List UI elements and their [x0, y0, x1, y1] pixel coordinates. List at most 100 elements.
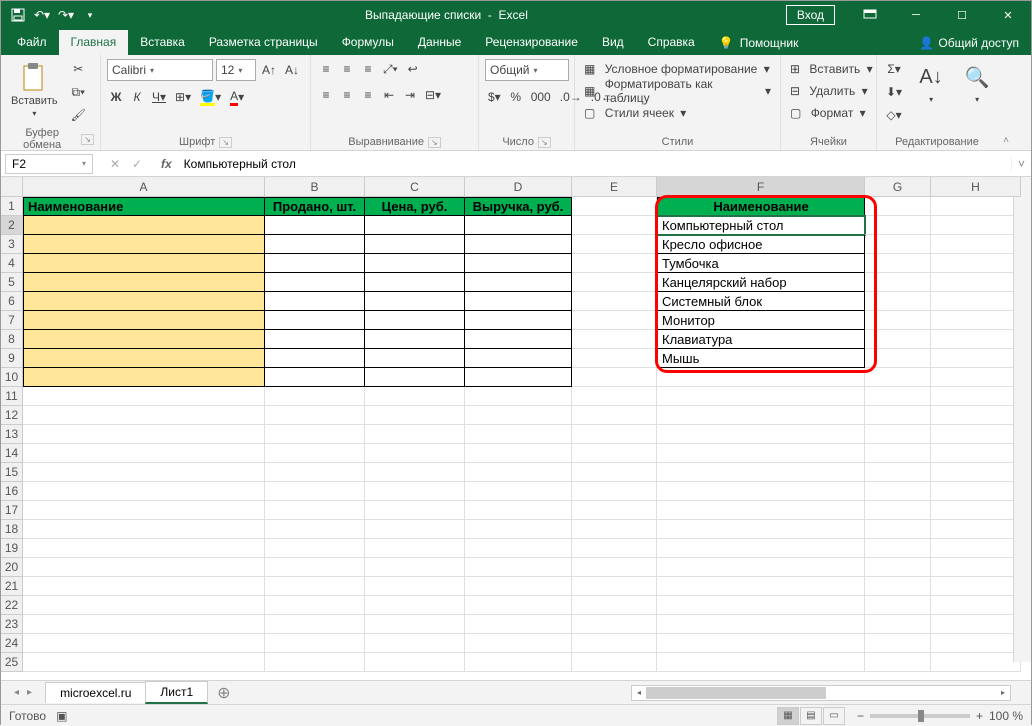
cell-E19[interactable]	[572, 539, 657, 558]
increase-font-icon[interactable]: A↑	[259, 60, 279, 80]
cell-D25[interactable]	[465, 653, 572, 672]
row-header-18[interactable]: 18	[1, 520, 23, 539]
cell-G1[interactable]	[865, 197, 931, 216]
cell-E15[interactable]	[572, 463, 657, 482]
decrease-font-icon[interactable]: A↓	[282, 60, 302, 80]
cell-H12[interactable]	[931, 406, 1021, 425]
cell-D22[interactable]	[465, 596, 572, 615]
cell-C19[interactable]	[365, 539, 465, 558]
add-sheet-icon[interactable]: ⊕	[207, 683, 240, 703]
formula-input[interactable]: Компьютерный стол	[178, 157, 1011, 171]
cell-A15[interactable]	[23, 463, 265, 482]
redo-icon[interactable]: ↷▾	[55, 4, 77, 26]
fill-color-icon[interactable]: 🪣▾	[197, 87, 224, 107]
login-button[interactable]: Вход	[786, 5, 835, 25]
row-header-5[interactable]: 5	[1, 273, 23, 292]
cell-F19[interactable]	[657, 539, 865, 558]
cell-A6[interactable]	[23, 292, 265, 311]
row-header-7[interactable]: 7	[1, 311, 23, 330]
cell-F8[interactable]: Клавиатура	[657, 330, 865, 349]
cell-C24[interactable]	[365, 634, 465, 653]
cell-G11[interactable]	[865, 387, 931, 406]
cell-A2[interactable]	[23, 216, 265, 235]
cell-F18[interactable]	[657, 520, 865, 539]
format-as-table-button[interactable]: ▦ Форматировать как таблицу ▾	[581, 81, 774, 101]
cell-F25[interactable]	[657, 653, 865, 672]
clear-icon[interactable]: ◇▾	[883, 105, 905, 125]
cell-H4[interactable]	[931, 254, 1021, 273]
tab-file[interactable]: Файл	[5, 30, 59, 55]
wrap-text-icon[interactable]: ↩	[404, 59, 422, 79]
row-header-11[interactable]: 11	[1, 387, 23, 406]
row-header-20[interactable]: 20	[1, 558, 23, 577]
cell-A7[interactable]	[23, 311, 265, 330]
cell-G18[interactable]	[865, 520, 931, 539]
col-header-E[interactable]: E	[572, 177, 657, 197]
cell-H1[interactable]	[931, 197, 1021, 216]
cell-E24[interactable]	[572, 634, 657, 653]
cell-D23[interactable]	[465, 615, 572, 634]
cell-C21[interactable]	[365, 577, 465, 596]
orientation-icon[interactable]: ⤢▾	[380, 59, 401, 79]
cell-B16[interactable]	[265, 482, 365, 501]
thousands-icon[interactable]: 000	[528, 87, 554, 107]
cells-area[interactable]: НаименованиеПродано, шт.Цена, руб.Выручк…	[23, 197, 1021, 672]
cell-A25[interactable]	[23, 653, 265, 672]
cell-G10[interactable]	[865, 368, 931, 387]
cell-H10[interactable]	[931, 368, 1021, 387]
row-header-22[interactable]: 22	[1, 596, 23, 615]
cell-A14[interactable]	[23, 444, 265, 463]
align-bottom-icon[interactable]: ≡	[359, 59, 377, 79]
save-icon[interactable]	[7, 4, 29, 26]
cell-G8[interactable]	[865, 330, 931, 349]
cell-E21[interactable]	[572, 577, 657, 596]
cell-H18[interactable]	[931, 520, 1021, 539]
cell-A12[interactable]	[23, 406, 265, 425]
fill-icon[interactable]: ⬇▾	[883, 82, 905, 102]
cell-B23[interactable]	[265, 615, 365, 634]
cell-D24[interactable]	[465, 634, 572, 653]
row-header-8[interactable]: 8	[1, 330, 23, 349]
cell-A20[interactable]	[23, 558, 265, 577]
cell-A24[interactable]	[23, 634, 265, 653]
cell-H14[interactable]	[931, 444, 1021, 463]
cell-E5[interactable]	[572, 273, 657, 292]
cell-G13[interactable]	[865, 425, 931, 444]
indent-increase-icon[interactable]: ⇥	[401, 85, 419, 105]
cell-E7[interactable]	[572, 311, 657, 330]
cell-F15[interactable]	[657, 463, 865, 482]
cell-F6[interactable]: Системный блок	[657, 292, 865, 311]
cell-B5[interactable]	[265, 273, 365, 292]
cell-D11[interactable]	[465, 387, 572, 406]
cell-G16[interactable]	[865, 482, 931, 501]
format-cells-button[interactable]: ▢ Формат ▾	[787, 103, 870, 123]
borders-icon[interactable]: ⊞▾	[172, 87, 194, 107]
cell-G3[interactable]	[865, 235, 931, 254]
cell-E1[interactable]	[572, 197, 657, 216]
column-headers[interactable]: ABCDEFGH	[23, 177, 1021, 197]
font-size-combo[interactable]: 12▾	[216, 59, 256, 81]
cell-D12[interactable]	[465, 406, 572, 425]
cell-G7[interactable]	[865, 311, 931, 330]
cell-G6[interactable]	[865, 292, 931, 311]
cell-H5[interactable]	[931, 273, 1021, 292]
cell-E14[interactable]	[572, 444, 657, 463]
tab-layout[interactable]: Разметка страницы	[197, 30, 330, 55]
cell-A9[interactable]	[23, 349, 265, 368]
cell-B25[interactable]	[265, 653, 365, 672]
cell-G4[interactable]	[865, 254, 931, 273]
enter-formula-icon[interactable]: ✓	[127, 157, 147, 171]
cell-H24[interactable]	[931, 634, 1021, 653]
cell-D7[interactable]	[465, 311, 572, 330]
font-dialog-icon[interactable]: ↘	[219, 137, 232, 148]
cell-C18[interactable]	[365, 520, 465, 539]
row-header-25[interactable]: 25	[1, 653, 23, 672]
cell-D5[interactable]	[465, 273, 572, 292]
cell-D2[interactable]	[465, 216, 572, 235]
row-header-12[interactable]: 12	[1, 406, 23, 425]
cell-E4[interactable]	[572, 254, 657, 273]
clipboard-dialog-icon[interactable]: ↘	[81, 134, 94, 145]
tell-me[interactable]: 💡Помощник	[707, 31, 811, 55]
cell-D19[interactable]	[465, 539, 572, 558]
cell-E25[interactable]	[572, 653, 657, 672]
